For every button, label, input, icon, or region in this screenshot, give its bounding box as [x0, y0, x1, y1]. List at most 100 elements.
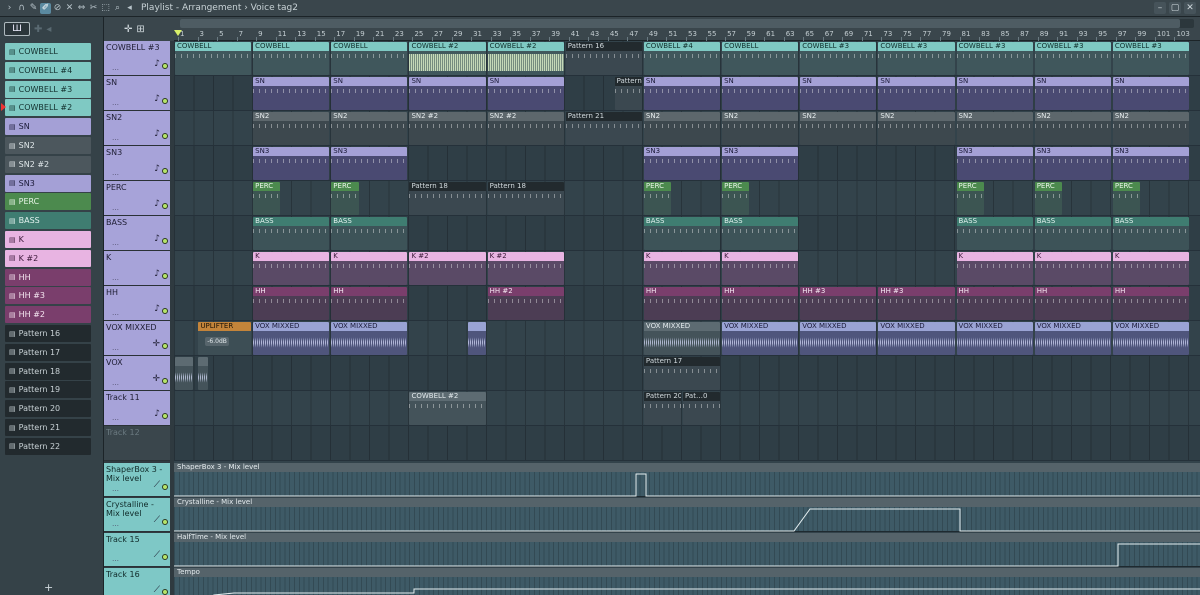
pattern-clip[interactable]: SN	[331, 77, 408, 110]
mute-icon[interactable]: ⊘	[52, 3, 63, 14]
pattern-clip[interactable]: COWBELL #3	[878, 42, 955, 75]
picker-item[interactable]: ▤ PERC	[5, 193, 91, 211]
track-menu-icon[interactable]: …	[112, 555, 119, 563]
pattern-clip[interactable]: PERC	[722, 182, 750, 215]
picker-item[interactable]: ▤ Pattern 18	[5, 362, 91, 380]
track-menu-icon[interactable]: …	[112, 134, 119, 142]
playback-icon[interactable]: ◂	[124, 3, 135, 14]
pattern-clip[interactable]: HH	[1034, 287, 1111, 320]
pattern-clip[interactable]: BASS	[331, 217, 408, 250]
pattern-clip[interactable]: VOX MIXXED	[878, 322, 955, 355]
pattern-clip[interactable]: VOX MIXXED	[1034, 322, 1111, 355]
picker-item[interactable]: ▤ HH	[5, 268, 91, 286]
picker-item[interactable]: ▤ COWBELL #3	[5, 80, 91, 98]
pattern-clip[interactable]: HH #3	[878, 287, 955, 320]
pattern-clip[interactable]: SN3	[956, 147, 1033, 180]
pattern-clip[interactable]: SN2	[1112, 112, 1189, 145]
track-header[interactable]: VOX ✛…	[104, 356, 170, 391]
pattern-clip[interactable]: VOX MIXXED	[253, 322, 330, 355]
zoom-icon[interactable]: ⌕	[112, 3, 123, 14]
track-menu-icon[interactable]: …	[112, 520, 119, 528]
pattern-clip[interactable]: HH	[722, 287, 799, 320]
pattern-clip[interactable]: SN2	[722, 112, 799, 145]
pattern-clip[interactable]: SN2 #2	[409, 112, 486, 145]
pattern-clip[interactable]: K	[1112, 252, 1189, 285]
options-arrow-icon[interactable]: ›	[4, 3, 15, 14]
pattern-clip[interactable]: Pattern 18	[409, 182, 486, 215]
pattern-clip[interactable]: SN3	[1112, 147, 1189, 180]
track-enable-toggle[interactable]	[162, 413, 168, 419]
track-header[interactable]: Track 12	[104, 426, 170, 461]
track-header[interactable]: BASS ♪…	[104, 216, 170, 251]
pattern-clip[interactable]: SN2 #2	[487, 112, 564, 145]
slip-icon[interactable]: ⇔	[76, 3, 87, 14]
pattern-clip[interactable]: SN2	[1034, 112, 1111, 145]
picker-item[interactable]: ▤ COWBELL #4	[5, 61, 91, 79]
playlist-lane[interactable]	[174, 426, 1200, 461]
pattern-clip[interactable]: COWBELL #3	[1112, 42, 1189, 75]
automation-curve[interactable]	[174, 472, 1200, 497]
snap-icon[interactable]: ✛	[124, 24, 132, 35]
track-menu-icon[interactable]: …	[112, 414, 119, 422]
track-enable-toggle[interactable]	[162, 343, 168, 349]
magnet-icon[interactable]: ∩	[16, 3, 27, 14]
pattern-clip[interactable]: SN3	[1034, 147, 1111, 180]
track-enable-toggle[interactable]	[162, 98, 168, 104]
pattern-clip[interactable]: K	[956, 252, 1033, 285]
picker-arrow-icon[interactable]: ◂	[46, 24, 51, 35]
track-menu-icon[interactable]: …	[112, 99, 119, 107]
automation-curve[interactable]	[174, 542, 1200, 567]
picker-item[interactable]: ▤ SN3	[5, 174, 91, 192]
track-menu-icon[interactable]: …	[112, 204, 119, 212]
pattern-clip[interactable]: COWBELL #4	[643, 42, 721, 75]
delete-icon[interactable]: ✕	[64, 3, 75, 14]
pattern-clip[interactable]: PERC	[1112, 182, 1141, 215]
slice-icon[interactable]: ✂	[88, 3, 99, 14]
pattern-clip[interactable]: SN	[878, 77, 955, 110]
track-menu-icon[interactable]: …	[112, 379, 119, 387]
pattern-clip[interactable]: BASS	[253, 217, 330, 250]
pattern-clip[interactable]: VOX MIXXED	[800, 322, 877, 355]
track-header[interactable]: ShaperBox 3 - Mix level ⟋…	[104, 463, 170, 497]
pattern-clip[interactable]: HH	[253, 287, 330, 320]
picker-item[interactable]: ▤ BASS	[5, 212, 91, 230]
pattern-clip[interactable]: SN2	[800, 112, 877, 145]
bar-ruler[interactable]: 1 3 5 7 9 11 13 15 17 19 21 23 25 27 29 31 33 35 37 39 41 43 4…	[174, 29, 1200, 41]
pattern-clip[interactable]: SN2	[878, 112, 955, 145]
close-button[interactable]: ✕	[1184, 2, 1196, 14]
track-header[interactable]: Crystalline - Mix level ⟋…	[104, 498, 170, 532]
select-icon[interactable]: ⬚	[100, 3, 111, 14]
maximize-button[interactable]: ▢	[1169, 2, 1181, 14]
arrangement-area[interactable]: COWBELL COWBELL COWBELL COWBELL #2 COWBELL #…	[174, 41, 1200, 595]
pattern-clip[interactable]: COWBELL	[331, 42, 408, 75]
pattern-clip[interactable]: COWBELL #2	[409, 392, 486, 425]
picker-item[interactable]: ▤ SN2	[5, 137, 91, 154]
track-header[interactable]: K ♪…	[104, 251, 170, 286]
picker-view-icon[interactable]: Ш	[4, 22, 30, 36]
pattern-clip[interactable]: COWBELL #2	[409, 42, 486, 75]
scrollbar-thumb[interactable]	[180, 19, 1180, 28]
picker-item[interactable]: ▤ HH #3	[5, 287, 91, 305]
pattern-clip[interactable]: BASS	[722, 217, 799, 250]
picker-item[interactable]: ▤ Pattern 17	[5, 343, 91, 361]
track-header[interactable]: SN3 ♪…	[104, 146, 170, 181]
pattern-clip[interactable]: VOX MIXXED	[956, 322, 1033, 355]
pencil-icon[interactable]: ✎	[28, 3, 39, 14]
pattern-clip[interactable]: K	[1034, 252, 1111, 285]
pattern-clip[interactable]: COWBELL	[722, 42, 799, 75]
pattern-clip[interactable]: SN2	[331, 112, 408, 145]
pattern-clip[interactable]: Pat…0	[683, 392, 721, 425]
pattern-clip[interactable]: K #2	[487, 252, 564, 285]
pattern-clip[interactable]: SN	[1034, 77, 1111, 110]
track-enable-toggle[interactable]	[162, 519, 168, 525]
track-enable-toggle[interactable]	[162, 589, 168, 595]
picker-item[interactable]: ▤ COWBELL	[5, 43, 91, 60]
pattern-clip[interactable]: K	[253, 252, 330, 285]
track-header[interactable]: PERC ♪…	[104, 181, 170, 216]
pattern-clip[interactable]	[198, 357, 209, 390]
grid-icon[interactable]: ⊞	[136, 24, 144, 35]
pattern-clip[interactable]: SN2	[956, 112, 1033, 145]
picker-item[interactable]: ▤ COWBELL #2	[5, 99, 91, 117]
minimize-button[interactable]: –	[1154, 2, 1166, 14]
pattern-clip[interactable]: SN	[1112, 77, 1189, 110]
